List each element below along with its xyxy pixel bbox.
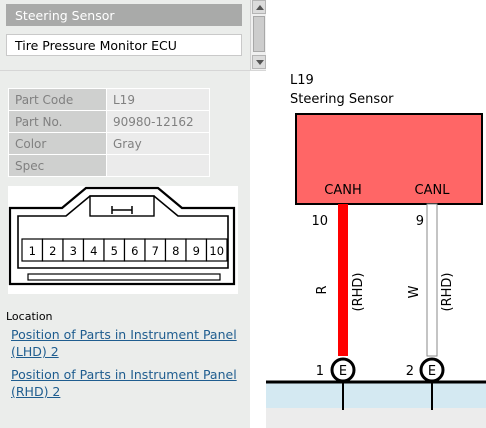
part-no-key: Part No. — [8, 110, 107, 133]
wire-color-r: R — [315, 285, 330, 294]
table-row: Part Code L19 — [8, 88, 210, 111]
wiring-diagram-panel: L19 Steering Sensor CANH CANL 10 9 R (RH… — [266, 70, 486, 428]
color-value: Gray — [106, 132, 210, 155]
spec-value — [106, 154, 210, 177]
ground-label-2: E — [428, 364, 436, 379]
list-item-steering-sensor[interactable]: Steering Sensor — [6, 4, 242, 26]
connector-pins: 1 2 3 4 5 6 7 8 9 10 — [21, 238, 228, 262]
part-no-value: 90980-12162 — [106, 110, 210, 133]
component-list: Steering Sensor Tire Pressure Monitor EC… — [6, 4, 242, 64]
scroll-thumb[interactable] — [253, 16, 265, 52]
pin-number-10: 10 — [311, 214, 328, 229]
wire-label-canl-color-group: W — [407, 285, 422, 298]
diagram-component-name: Steering Sensor — [290, 92, 394, 107]
scroll-up-button[interactable] — [252, 0, 266, 14]
table-row: Color Gray — [8, 132, 210, 155]
ground-label-1: E — [339, 364, 347, 379]
wiring-diagram: L19 Steering Sensor CANH CANL 10 9 R (RH… — [266, 73, 486, 428]
connector-pin-number: 8 — [172, 244, 179, 258]
part-code-value: L19 — [106, 88, 210, 111]
connector-pin-number: 1 — [29, 244, 36, 258]
location-label: Location — [6, 310, 53, 323]
connector-pin-number: 5 — [111, 244, 118, 258]
wire-note-rhd-2: (RHD) — [440, 273, 455, 312]
wire-note-canh-group: (RHD) — [351, 273, 366, 312]
signal-label-canl: CANL — [415, 183, 451, 198]
arrow-down-icon — [256, 60, 264, 65]
wire-note-rhd-1: (RHD) — [351, 273, 366, 312]
wire-canl — [426, 203, 438, 357]
part-info-table: Part Code L19 Part No. 90980-12162 Color… — [8, 88, 210, 177]
connector-pin-number: 3 — [70, 244, 77, 258]
left-panel: Steering Sensor Tire Pressure Monitor EC… — [0, 0, 250, 428]
connector-pin-number: 10 — [209, 244, 224, 258]
pin-number-9: 9 — [416, 214, 424, 229]
wire-canh — [338, 204, 348, 356]
diagram-bottom-strip — [266, 408, 486, 428]
ground-pin-2: 2 — [406, 364, 414, 379]
connector-outline — [8, 186, 236, 286]
connector-svg: 1 2 3 4 5 6 7 8 9 10 — [8, 186, 236, 286]
spec-key: Spec — [8, 154, 107, 177]
connector-pin-number: 6 — [131, 244, 138, 258]
connector-pin-number: 4 — [90, 244, 97, 258]
color-key: Color — [8, 132, 107, 155]
list-scrollbar[interactable] — [250, 0, 266, 70]
ground-area — [266, 382, 486, 408]
connector-pin-number: 9 — [193, 244, 200, 258]
signal-label-canh: CANH — [324, 183, 361, 198]
list-item-tire-pressure-monitor-ecu[interactable]: Tire Pressure Monitor ECU — [6, 34, 242, 56]
table-row: Spec — [8, 154, 210, 177]
location-link-rhd[interactable]: Position of Parts in Instrument Panel (R… — [11, 366, 241, 400]
connector-pin-number: 2 — [49, 244, 56, 258]
connector-pin-number: 7 — [152, 244, 159, 258]
list-separator — [0, 70, 266, 71]
wire-note-canl-group: (RHD) — [440, 273, 455, 312]
ground-pin-1: 1 — [316, 364, 324, 379]
location-link-lhd[interactable]: Position of Parts in Instrument Panel (L… — [11, 326, 241, 360]
arrow-up-icon — [256, 5, 264, 10]
part-code-key: Part Code — [8, 88, 107, 111]
wire-color-w: W — [407, 285, 422, 298]
connector-drawing: 1 2 3 4 5 6 7 8 9 10 — [8, 186, 238, 294]
diagram-component-code: L19 — [290, 73, 314, 88]
scroll-down-button[interactable] — [252, 55, 266, 69]
wire-label-canh-color-group: R — [315, 285, 330, 294]
table-row: Part No. 90980-12162 — [8, 110, 210, 133]
